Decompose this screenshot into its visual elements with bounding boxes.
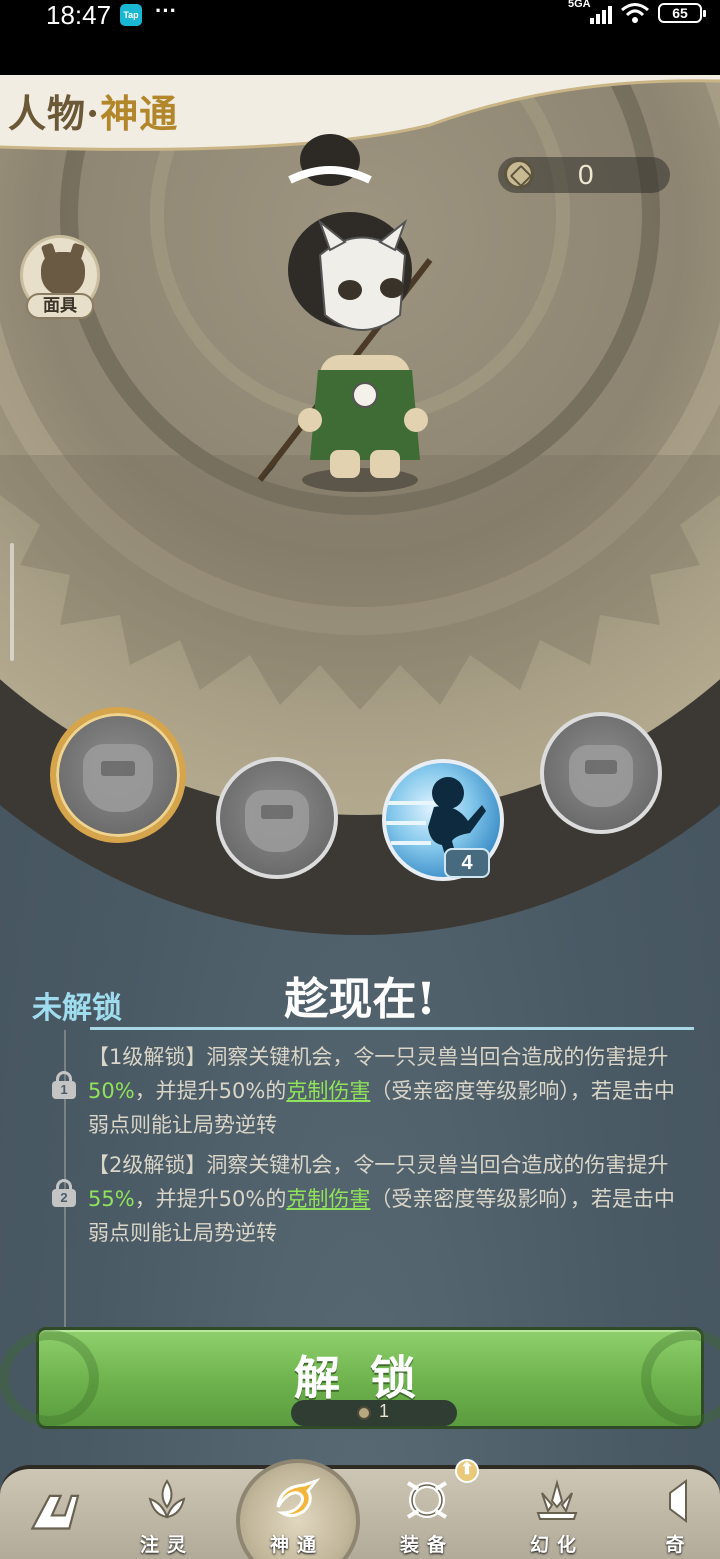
currency-counter[interactable]: 0: [498, 157, 670, 193]
unlock-button[interactable]: 解锁 1: [0, 1327, 720, 1429]
mask-button[interactable]: 面具: [20, 235, 100, 323]
currency-value: 0: [578, 159, 594, 190]
skill-slot-4[interactable]: [540, 712, 662, 834]
scroll-indicator: [10, 543, 14, 661]
skill-slot-1[interactable]: [50, 707, 186, 843]
locked-skill-icon: [83, 744, 153, 813]
shield-ring-icon: [406, 1481, 448, 1519]
nav-label: 装备: [399, 1534, 454, 1556]
counter-damage-link[interactable]: 克制伤害: [286, 1187, 370, 1211]
upgrade-badge-icon: ⬆: [455, 1459, 479, 1483]
nav-tab-inject[interactable]: 注灵: [122, 1469, 212, 1559]
wifi-icon: [621, 3, 649, 23]
lotus-flame-icon: [148, 1479, 186, 1519]
taptap-app-icon: Tap: [120, 4, 142, 26]
status-bar: 18:47 Tap ··· 5GA 65: [0, 0, 720, 75]
nav-label: 奇: [665, 1534, 693, 1556]
page-title: 人物·神通: [8, 91, 179, 136]
bottom-nav: 注灵 神通 装备 ⬆ 幻化 奇: [0, 1455, 720, 1559]
coin-icon: [357, 1406, 371, 1420]
lotus-icon: [536, 1479, 578, 1520]
battery-icon: 65: [658, 3, 706, 23]
cost-value: 1: [379, 1401, 390, 1421]
more-notifications-icon: ···: [155, 0, 177, 23]
drum-icon: [669, 1479, 687, 1523]
locked-skill-icon: [569, 744, 633, 808]
status-time: 18:47: [46, 0, 112, 30]
nav-tab-transform[interactable]: 幻化: [512, 1469, 602, 1559]
nav-tab-equipment[interactable]: 装备: [382, 1469, 472, 1559]
counter-damage-link[interactable]: 克制伤害: [286, 1079, 370, 1103]
level-2-description: 【2级解锁】洞察关键机会，令一只灵兽当回合造成的伤害提升55%，并提升50%的克…: [88, 1153, 675, 1245]
nav-label: 注灵: [139, 1534, 194, 1556]
lock-icon: 1: [50, 1071, 78, 1099]
damage-value: 55%: [88, 1187, 135, 1211]
network-type: 5GA: [568, 0, 591, 10]
mask-icon: [41, 252, 85, 296]
mask-label: 面具: [26, 293, 94, 319]
game-screen: 人物·神通 0 面具 4 未解锁 趁现在! 1 【1级解锁】洞察关键机会，令一只…: [0, 75, 720, 1559]
title-divider: [90, 1027, 694, 1030]
damage-value: 50%: [88, 1079, 135, 1103]
unlock-label: 解锁: [294, 1351, 446, 1405]
locked-skill-icon: [245, 789, 309, 853]
nav-label: 神通: [269, 1534, 324, 1556]
skill-level-badge: 4: [444, 848, 490, 878]
skill-title: 趁现在!: [284, 974, 436, 1025]
swirl-icon: [276, 1478, 320, 1518]
nav-back-button[interactable]: [8, 1469, 98, 1559]
coin-icon: [504, 159, 534, 189]
skill-slot-2[interactable]: [216, 757, 338, 879]
signal-icon: 5GA: [568, 0, 612, 24]
level-1-description: 【1级解锁】洞察关键机会，令一只灵兽当回合造成的伤害提升50%，并提升50%的克…: [88, 1045, 675, 1137]
character-sprite: [257, 134, 433, 492]
nav-tab-more[interactable]: 奇: [634, 1469, 720, 1559]
unlock-cost: 1: [291, 1400, 457, 1426]
nav-label: 幻化: [529, 1534, 584, 1556]
lock-icon: 2: [50, 1179, 78, 1207]
nav-tab-skills[interactable]: 神通: [252, 1469, 342, 1559]
status-indicators: 5GA 65: [568, 0, 706, 24]
back-logo-icon: [30, 1494, 80, 1530]
